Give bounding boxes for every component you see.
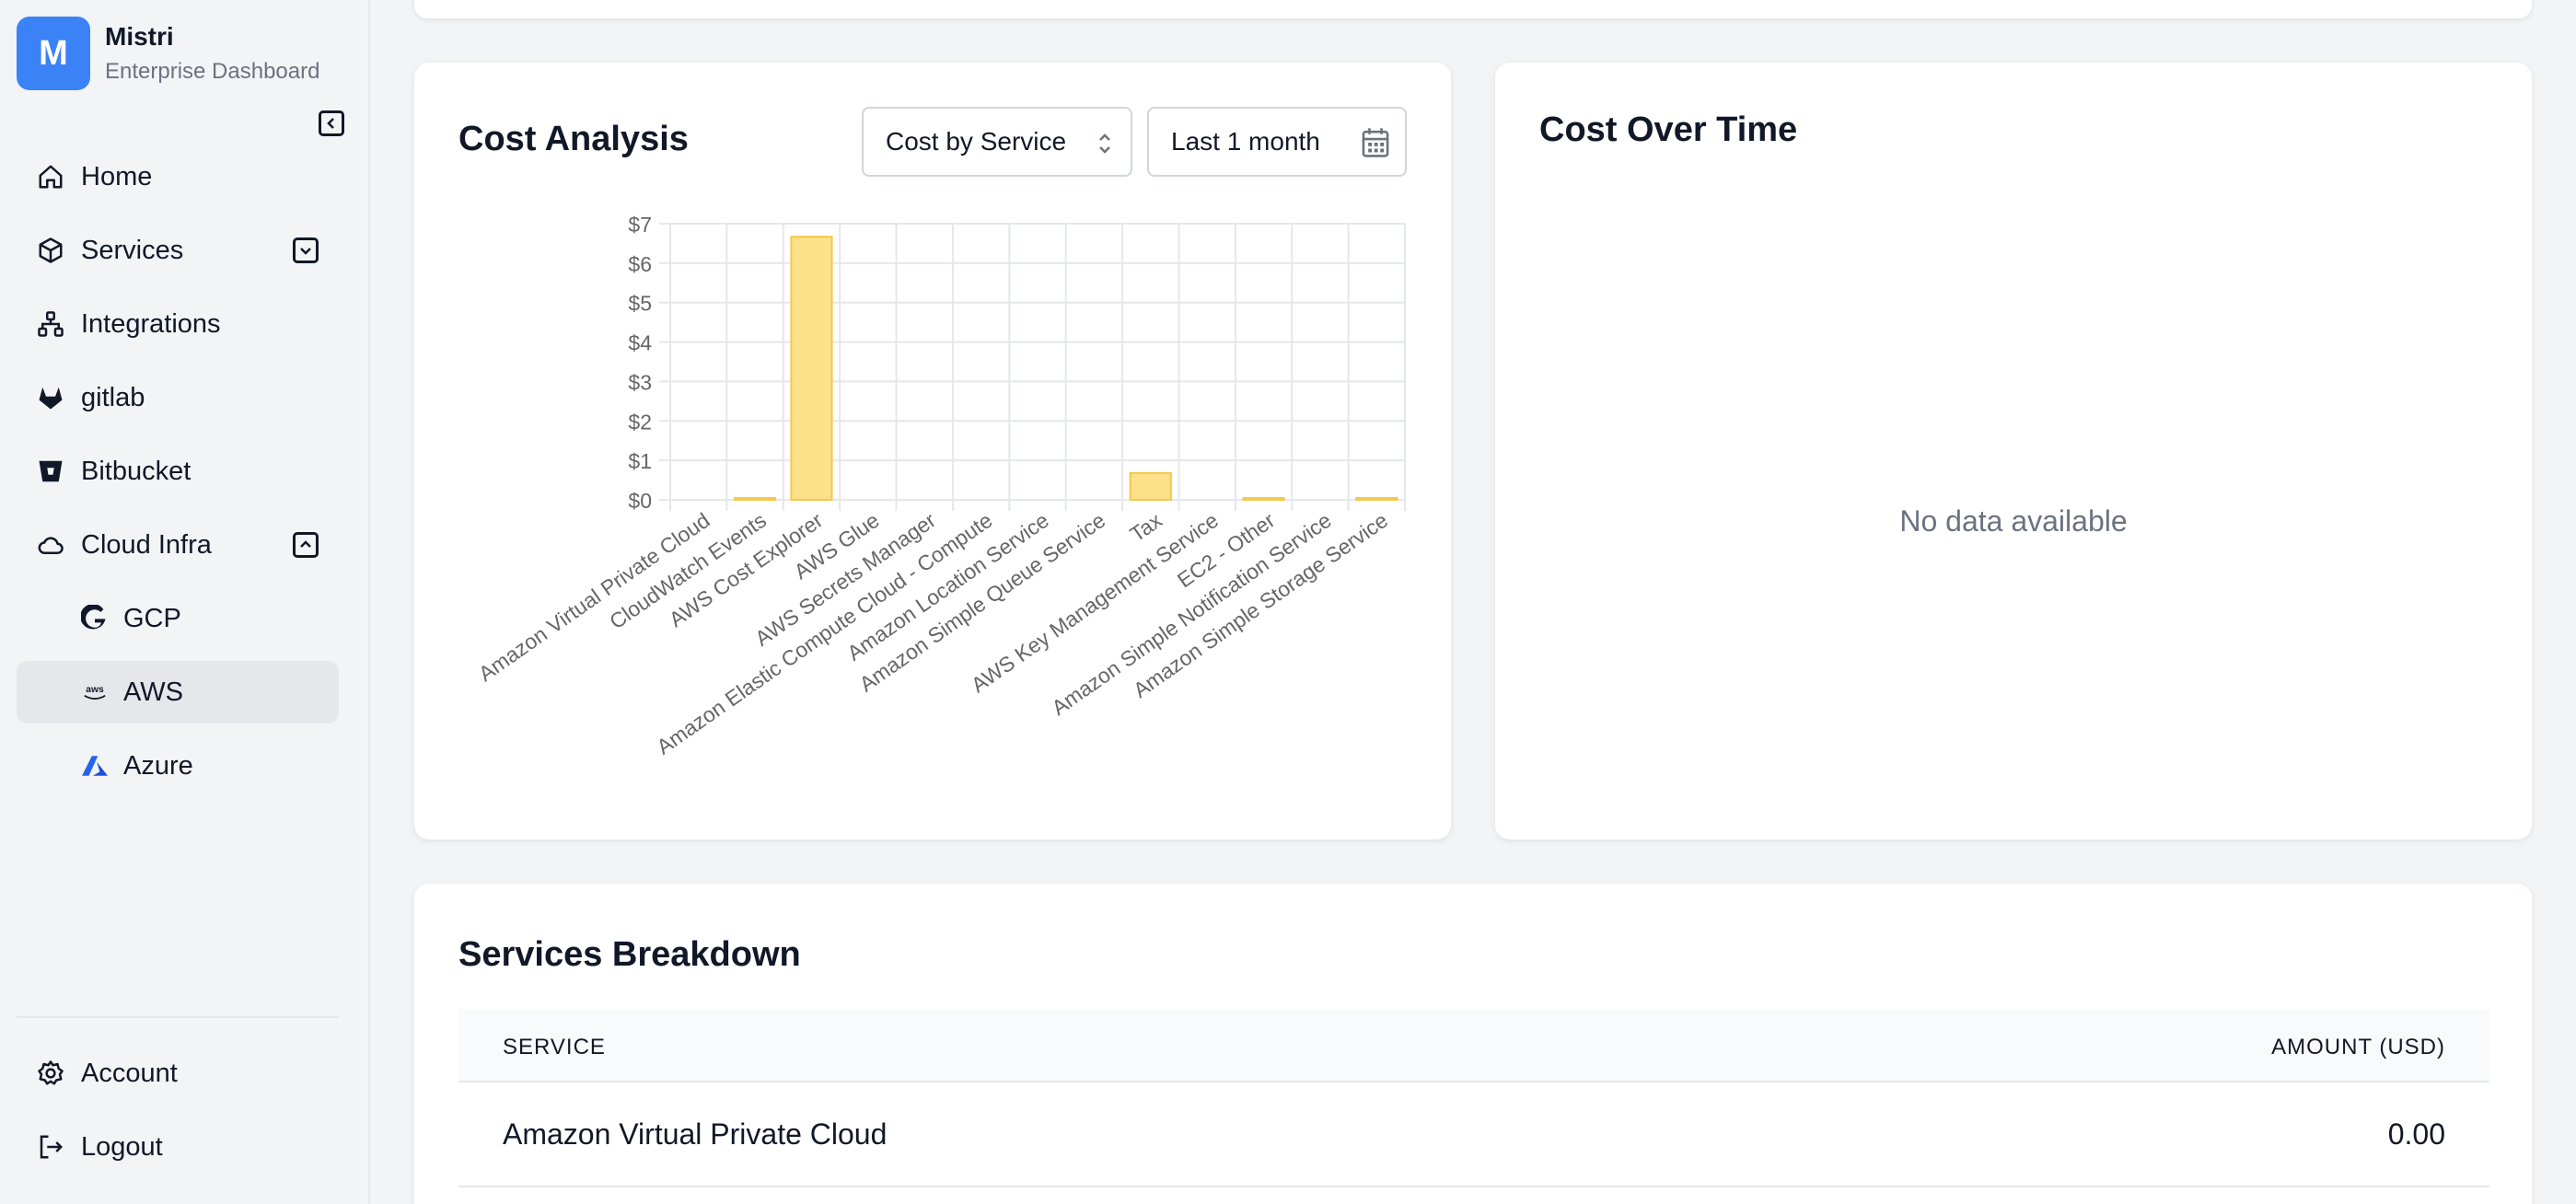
bar [733, 497, 777, 501]
sidebar-item-bitbucket[interactable]: Bitbucket [17, 440, 339, 503]
bar [1355, 497, 1398, 501]
x-tick-label: Amazon Virtual Private Cloud [474, 508, 714, 686]
services-breakdown-card: Services Breakdown SERVICE AMOUNT (USD) … [414, 884, 2532, 1204]
sidebar-item-label: Account [81, 1058, 178, 1088]
cube-icon [37, 237, 64, 264]
chevron-left-icon [327, 118, 334, 129]
y-tick-label: $1 [628, 449, 652, 473]
network-icon [37, 310, 64, 338]
aws-icon: aws [81, 678, 109, 706]
sidebar-item-gcp[interactable]: GCP [17, 587, 339, 650]
sidebar-item-label: Integrations [81, 308, 221, 339]
y-tick-label: $2 [628, 410, 652, 434]
svg-text:aws: aws [86, 685, 104, 695]
no-data-message: No data available [1899, 504, 2128, 538]
sidebar: M Mistri Enterprise Dashboard Home Servi… [0, 0, 370, 1204]
chevron-up-icon[interactable] [293, 532, 319, 558]
sidebar-item-label: Bitbucket [81, 456, 191, 486]
brand-avatar: M [17, 17, 90, 90]
gcp-icon [81, 605, 109, 632]
collapse-sidebar-button[interactable] [319, 110, 344, 136]
brand-name: Mistri [105, 22, 174, 51]
sidebar-bottom-nav: Account Logout [17, 1042, 339, 1189]
sidebar-item-azure[interactable]: Azure [17, 735, 339, 797]
gitlab-icon [37, 384, 64, 411]
sidebar-item-label: Logout [81, 1131, 163, 1162]
brand-subtitle: Enterprise Dashboard [105, 59, 320, 84]
sidebar-item-label: AWS [123, 677, 183, 707]
sidebar-item-logout[interactable]: Logout [17, 1116, 339, 1178]
sidebar-item-integrations[interactable]: Integrations [17, 293, 339, 355]
cloud-icon [37, 531, 64, 559]
table-header: SERVICE AMOUNT (USD) [458, 1009, 2489, 1082]
cost-over-time-card: Cost Over Time No data available [1495, 63, 2532, 839]
chevron-down-icon[interactable] [293, 237, 319, 263]
sidebar-item-services[interactable]: Services [17, 219, 339, 282]
sidebar-item-cloud-infra[interactable]: Cloud Infra [17, 514, 339, 576]
sidebar-item-label: gitlab [81, 382, 145, 412]
cost-analysis-card: Cost Analysis Cost by Service Last 1 mon… [414, 63, 1451, 839]
cost-by-service-chart: $0 $1 $2 $3 $4 $5 $6 $7 Amazon Virtual Private C… [474, 213, 1406, 759]
sidebar-item-gitlab[interactable]: gitlab [17, 366, 339, 429]
y-tick-label: $5 [628, 292, 652, 316]
bitbucket-icon [37, 457, 64, 485]
table-row[interactable]: Amazon Virtual Private Cloud 0.00 [458, 1082, 2489, 1187]
services-breakdown-title: Services Breakdown [458, 935, 801, 974]
bar [1242, 497, 1285, 501]
bar [790, 236, 833, 501]
y-tick-label: $0 [628, 489, 652, 513]
y-tick-label: $3 [628, 370, 652, 394]
sidebar-nav: Home Services Integrations gitlab Bitbuc… [17, 145, 339, 808]
sidebar-item-account[interactable]: Account [17, 1042, 339, 1105]
sidebar-item-aws[interactable]: aws AWS [17, 661, 339, 724]
sidebar-item-home[interactable]: Home [17, 145, 339, 208]
brand-text: Mistri Enterprise Dashboard [105, 22, 319, 85]
azure-icon [81, 752, 109, 780]
gear-icon [37, 1059, 64, 1087]
service-name-cell: Amazon Virtual Private Cloud [503, 1117, 888, 1151]
logout-icon [37, 1133, 64, 1161]
column-header-service[interactable]: SERVICE [503, 1035, 606, 1060]
amount-cell: 0.00 [2387, 1117, 2445, 1151]
bar [1129, 471, 1172, 502]
y-tick-label: $4 [628, 331, 652, 355]
y-tick-label: $7 [628, 213, 652, 237]
top-card [414, 0, 2532, 18]
sidebar-item-label: Home [81, 161, 153, 191]
column-header-amount[interactable]: AMOUNT (USD) [2271, 1035, 2445, 1060]
y-tick-label: $6 [628, 252, 652, 276]
sidebar-item-label: Services [81, 235, 184, 265]
brand: M Mistri Enterprise Dashboard [17, 17, 319, 90]
sidebar-item-label: Cloud Infra [81, 529, 212, 560]
home-icon [37, 163, 64, 191]
sidebar-item-label: GCP [123, 603, 181, 633]
cost-over-time-title: Cost Over Time [1539, 110, 1798, 149]
x-tick-label: Tax [1125, 508, 1166, 547]
sidebar-divider [17, 1016, 339, 1018]
sidebar-item-label: Azure [123, 750, 193, 781]
